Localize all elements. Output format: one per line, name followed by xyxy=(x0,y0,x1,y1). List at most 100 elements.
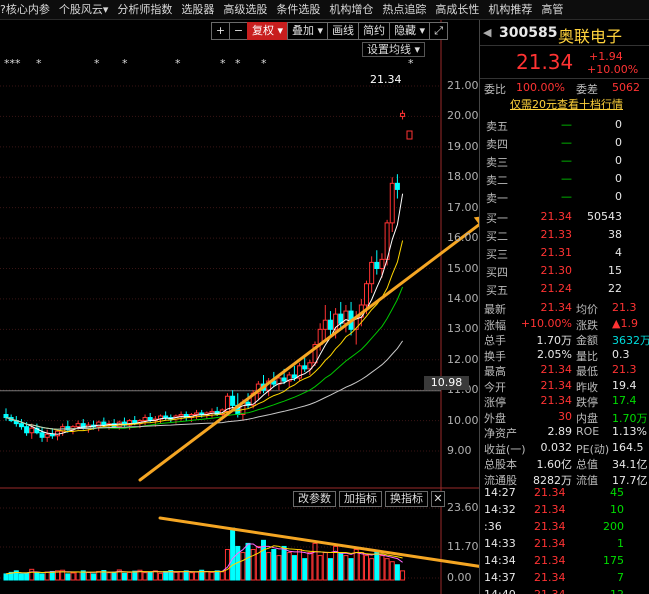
menu-item[interactable]: 热点追踪 xyxy=(373,0,426,19)
tick-row[interactable]: 14:33 21.34 1 xyxy=(480,536,649,553)
event-marker[interactable]: * xyxy=(261,57,267,70)
menu-item[interactable]: 高管 xyxy=(532,0,563,19)
sell-order-row[interactable]: 卖四 — 0 xyxy=(480,134,649,151)
tick-volume: 175 xyxy=(603,554,624,567)
volume-bar xyxy=(250,548,256,581)
kline-chart[interactable] xyxy=(0,20,479,594)
reference-price-tag: 10.98 xyxy=(424,376,469,390)
candle-body xyxy=(343,310,349,324)
tick-row[interactable]: 14:32 21.34 10 xyxy=(480,502,649,519)
stat-value: 2.89 xyxy=(547,425,573,438)
volume-bar xyxy=(338,552,344,581)
volume-bar xyxy=(209,571,215,581)
stat-row: 涨幅 +10.00% 涨跌 ▲1.9 xyxy=(480,316,649,333)
order-price: 21.33 xyxy=(540,228,573,241)
tick-row[interactable]: 14:34 21.34 175 xyxy=(480,553,649,570)
volume-bar xyxy=(142,572,148,581)
menu-item[interactable]: 个股风云▾ xyxy=(50,0,109,19)
tick-row[interactable]: 14:27 21.34 45 xyxy=(480,485,649,502)
event-marker[interactable]: * xyxy=(36,57,42,70)
kline-chart-region[interactable] xyxy=(0,20,479,594)
overlay-button[interactable]: 叠加 ▾ xyxy=(287,22,329,40)
order-volume: 22 xyxy=(608,282,622,295)
zoom-out-button[interactable]: − xyxy=(229,22,248,40)
event-marker[interactable]: * xyxy=(235,57,241,70)
buy-order-row[interactable]: 买四 21.30 15 xyxy=(480,262,649,279)
simple-mode-button[interactable]: 简约 xyxy=(358,22,391,40)
event-marker[interactable]: * xyxy=(175,57,181,70)
price-axis-label: 9.00 xyxy=(447,444,472,457)
price-axis-label: 20.00 xyxy=(447,109,479,123)
volume-bar xyxy=(34,571,40,581)
draw-line-button[interactable]: 画线 xyxy=(327,22,360,40)
order-volume: 50543 xyxy=(587,210,622,223)
volume-bar xyxy=(271,548,277,581)
ma-settings-button[interactable]: 设置均线 ▾ xyxy=(362,42,426,57)
add-indicator-button[interactable]: 加指标 xyxy=(339,491,382,507)
menu-item[interactable]: 机构增仓 xyxy=(320,0,373,19)
switch-indicator-button[interactable]: 换指标 xyxy=(385,491,428,507)
buy-order-row[interactable]: 买三 21.31 4 xyxy=(480,244,649,261)
tick-row[interactable]: 14:37 21.34 7 xyxy=(480,570,649,587)
hide-button[interactable]: 隐藏 ▾ xyxy=(389,22,431,40)
edit-params-button[interactable]: 改参数 xyxy=(293,491,336,507)
tick-row[interactable]: :36 21.34 200 xyxy=(480,519,649,536)
tick-price: 21.34 xyxy=(534,537,566,550)
sell-order-row[interactable]: 卖一 — 0 xyxy=(480,188,649,205)
sell-order-row[interactable]: 卖三 — 0 xyxy=(480,152,649,169)
event-marker[interactable]: * xyxy=(94,57,100,70)
tick-time: 14:34 xyxy=(484,554,516,567)
peak-marker xyxy=(406,130,413,140)
tick-volume: 7 xyxy=(617,571,624,584)
volume-bar xyxy=(286,552,292,581)
volume-bar xyxy=(85,571,91,581)
price-change-percent: +10.00% xyxy=(587,63,639,76)
sell-order-row[interactable]: 卖二 — 0 xyxy=(480,170,649,187)
stat-row: 涨停 21.34 跌停 17.4 xyxy=(480,393,649,410)
candle-body xyxy=(389,182,395,224)
tick-time: 14:37 xyxy=(484,571,516,584)
volume-bar xyxy=(364,555,369,581)
menu-item[interactable]: 分析师指数 xyxy=(108,0,172,19)
current-price: 21.34 xyxy=(516,50,574,74)
menu-item[interactable]: ?核心内参 xyxy=(0,0,50,19)
buy-order-row[interactable]: 买二 21.33 38 xyxy=(480,226,649,243)
candle-body xyxy=(369,261,375,285)
candle-body xyxy=(3,414,9,419)
order-level-label: 卖一 xyxy=(486,192,508,205)
stat-row: 收益(一) 0.032 PE(动) 164.5 xyxy=(480,440,649,457)
buy-order-row[interactable]: 买五 21.24 22 xyxy=(480,280,649,297)
expand-icon[interactable]: ⤢ xyxy=(429,22,449,40)
tick-row[interactable]: 14:40 21.34 12 xyxy=(480,587,649,594)
volume-bar xyxy=(348,558,354,581)
sell-order-row[interactable]: 卖五 — 0 xyxy=(480,116,649,133)
price-axis-label: 13.00 xyxy=(447,322,479,336)
adjust-price-button[interactable]: 复权 ▾ xyxy=(247,22,289,40)
candle-body xyxy=(327,319,333,330)
price-axis-label: 10.00 xyxy=(447,413,479,427)
buy-order-row[interactable]: 买一 21.34 50543 xyxy=(480,208,649,225)
event-marker[interactable]: * xyxy=(408,57,414,70)
volume-bar xyxy=(147,571,153,581)
event-marker[interactable]: * xyxy=(220,57,226,70)
event-marker[interactable]: * xyxy=(122,57,128,70)
candle-body xyxy=(230,395,236,406)
stat-value: 19.4 xyxy=(612,378,637,392)
close-icon[interactable]: ✕ xyxy=(431,491,445,507)
order-volume: 0 xyxy=(615,118,622,131)
event-marker[interactable]: *** xyxy=(4,57,21,70)
stat-row: 净资产 2.89 ROE 1.13% xyxy=(480,424,649,441)
candle-body xyxy=(379,258,385,269)
menu-item[interactable]: 机构推荐 xyxy=(479,0,532,19)
prev-stock-icon[interactable]: ◀ xyxy=(483,26,491,39)
menu-item[interactable]: 选股器 xyxy=(172,0,214,19)
volume-bar xyxy=(39,573,45,581)
stat-value: 1.13% xyxy=(612,425,647,438)
zoom-in-button[interactable]: + xyxy=(211,22,230,40)
volume-bar xyxy=(276,555,282,581)
menu-item[interactable]: 高级选股 xyxy=(214,0,267,19)
menu-item[interactable]: 条件选股 xyxy=(267,0,320,19)
tick-volume: 12 xyxy=(582,588,624,594)
level2-promo-link[interactable]: 仅需20元查看十档行情 xyxy=(510,96,623,112)
menu-item[interactable]: 高成长性 xyxy=(426,0,479,19)
